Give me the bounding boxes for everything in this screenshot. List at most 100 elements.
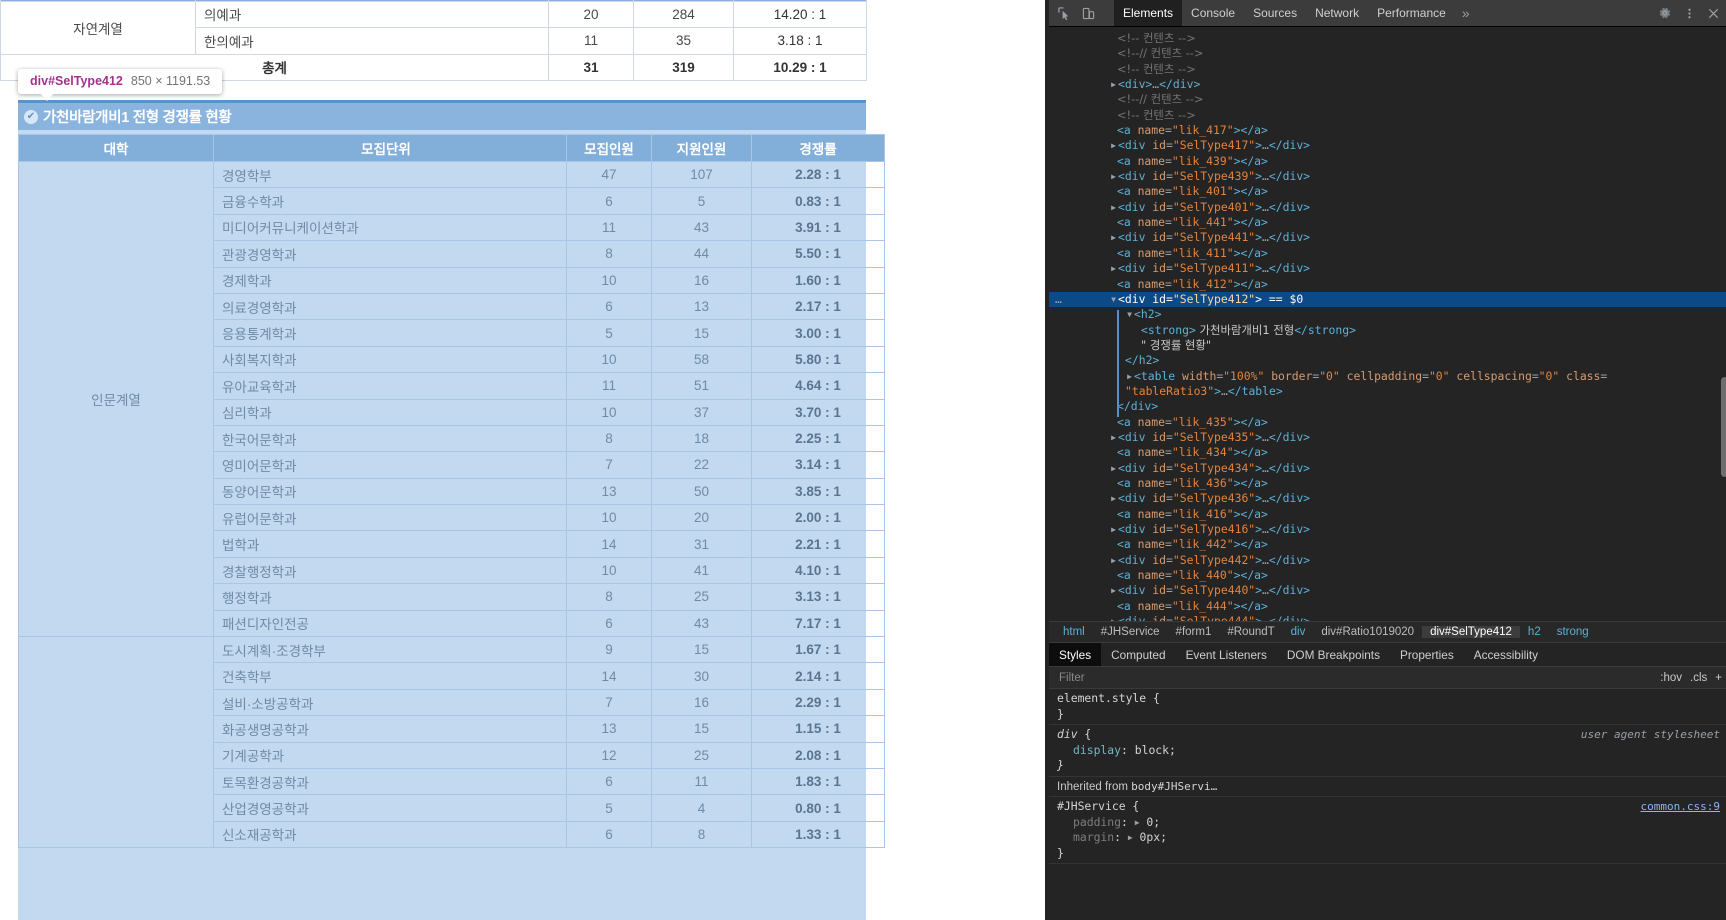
disclosure-triangle-icon[interactable]: ▼ xyxy=(1109,292,1118,307)
dom-node-anchor[interactable]: <a name="lik_412"></a> xyxy=(1049,277,1726,292)
dom-node-div-SelType436[interactable]: ▶ <div id="SelType436">…</div> xyxy=(1049,491,1726,506)
css-rule-index-0[interactable]: element.style {} xyxy=(1049,689,1726,726)
disclosure-triangle-icon[interactable]: ▶ xyxy=(1109,583,1118,598)
disclosure-triangle-icon[interactable]: ▶ xyxy=(1109,430,1118,445)
expand-triangle-icon[interactable]: ▶ xyxy=(1135,815,1140,831)
more-tabs-icon[interactable]: » xyxy=(1455,0,1477,26)
dom-node-selected[interactable]: … ▼ <div id="SelType412"> == $0 xyxy=(1049,291,1726,308)
devtools-tab-network[interactable]: Network xyxy=(1306,0,1368,26)
disclosure-triangle-icon[interactable]: ▶ xyxy=(1109,491,1118,506)
hov-toggle[interactable]: :hov xyxy=(1660,672,1682,684)
expand-triangle-icon[interactable]: ▶ xyxy=(1128,830,1133,846)
styles-tab-styles[interactable]: Styles xyxy=(1049,643,1102,666)
close-icon[interactable] xyxy=(1702,2,1724,24)
css-rule-index-1[interactable]: div {display: block;} user agent styleshe… xyxy=(1049,725,1726,777)
new-style-rule-button[interactable]: + xyxy=(1715,672,1722,684)
dom-node-anchor[interactable]: <a name="lik_416"></a> xyxy=(1049,507,1726,522)
more-vertical-icon[interactable] xyxy=(1678,2,1700,24)
dom-node-anchor[interactable]: <a name="lik_434"></a> xyxy=(1049,445,1726,460)
dom-node-anchor[interactable]: <a name="lik_441"></a> xyxy=(1049,215,1726,230)
dom-node-div-SelType439[interactable]: ▶ <div id="SelType439">…</div> xyxy=(1049,169,1726,184)
css-rule-inherited[interactable]: #JHService {padding: ▶ 0; margin: ▶ 0px;}… xyxy=(1049,797,1726,865)
devtools-tab-console[interactable]: Console xyxy=(1182,0,1244,26)
dom-node-div-SelType435[interactable]: ▶ <div id="SelType435">…</div> xyxy=(1049,430,1726,445)
dom-node-div-SelType401[interactable]: ▶ <div id="SelType401">…</div> xyxy=(1049,200,1726,215)
css-rule-origin[interactable]: common.css:9 xyxy=(1641,799,1720,815)
styles-tab-event-listeners[interactable]: Event Listeners xyxy=(1176,643,1277,666)
breadcrumb-item-div[interactable]: div xyxy=(1283,626,1314,638)
css-declaration[interactable]: display: block; xyxy=(1057,743,1726,759)
device-toolbar-icon[interactable] xyxy=(1077,2,1099,24)
dom-node-anchor[interactable]: <a name="lik_444"></a> xyxy=(1049,599,1726,614)
dom-node-table-cont[interactable]: "tableRatio3">…</table> xyxy=(1049,384,1726,399)
dom-node-table[interactable]: ▶ <table width="100%" border="0" cellpadd… xyxy=(1049,369,1726,384)
dom-close-div[interactable]: </div> xyxy=(1049,399,1726,414)
styles-tab-accessibility[interactable]: Accessibility xyxy=(1464,643,1548,666)
devtools-tab-elements[interactable]: Elements xyxy=(1114,0,1183,26)
dom-node-div-SelType416[interactable]: ▶ <div id="SelType416">…</div> xyxy=(1049,522,1726,537)
dom-node-anchor[interactable]: <a name="lik_442"></a> xyxy=(1049,537,1726,552)
cls-toggle[interactable]: .cls xyxy=(1690,672,1707,684)
dom-tree[interactable]: <!-- 컨텐츠 --> <!--// 컨텐츠 --> <!-- 컨텐츠 --> ▶ <… xyxy=(1049,27,1726,621)
dom-node-h2[interactable]: ▼ <h2> xyxy=(1049,307,1726,322)
dom-node-div-SelType411[interactable]: ▶ <div id="SelType411">…</div> xyxy=(1049,261,1726,276)
styles-tab-properties[interactable]: Properties xyxy=(1390,643,1464,666)
dom-node-div-SelType434[interactable]: ▶ <div id="SelType434">…</div> xyxy=(1049,461,1726,476)
cell-applicants: 43 xyxy=(651,213,752,242)
dom-node-anchor[interactable]: <a name="lik_417"></a> xyxy=(1049,123,1726,138)
disclosure-triangle-icon[interactable]: ▶ xyxy=(1109,461,1118,476)
dom-node-anchor[interactable]: <a name="lik_435"></a> xyxy=(1049,415,1726,430)
disclosure-triangle-icon[interactable]: ▶ xyxy=(1109,553,1118,568)
inherited-source[interactable]: body#JHServi… xyxy=(1131,780,1217,793)
dom-comment[interactable]: <!-- 컨텐츠 --> xyxy=(1049,31,1726,46)
disclosure-triangle-icon[interactable]: ▶ xyxy=(1109,138,1118,153)
dom-comment[interactable]: <!-- 컨텐츠 --> xyxy=(1049,62,1726,77)
gear-icon[interactable] xyxy=(1654,2,1676,24)
breadcrumb-item-strong[interactable]: strong xyxy=(1549,626,1597,638)
disclosure-triangle-icon[interactable]: ▶ xyxy=(1109,522,1118,537)
cell-quota: 8 xyxy=(566,240,652,268)
dom-node-div-SelType440[interactable]: ▶ <div id="SelType440">…</div> xyxy=(1049,583,1726,598)
dom-node-anchor[interactable]: <a name="lik_436"></a> xyxy=(1049,476,1726,491)
devtools-tab-sources[interactable]: Sources xyxy=(1244,0,1306,26)
styles-tab-computed[interactable]: Computed xyxy=(1101,643,1175,666)
disclosure-triangle-icon[interactable]: ▶ xyxy=(1109,230,1118,245)
dom-node-div-SelType417[interactable]: ▶ <div id="SelType417">…</div> xyxy=(1049,138,1726,153)
dom-node-div-SelType444[interactable]: ▶<div id="SelType444">…</div> xyxy=(1049,614,1726,621)
breadcrumb-item-h2[interactable]: h2 xyxy=(1520,626,1549,638)
breadcrumb-item-roundt[interactable]: #RoundT xyxy=(1219,626,1282,638)
breadcrumb-item-html[interactable]: html xyxy=(1055,626,1093,638)
dom-text-node[interactable]: " 경쟁률 현황" xyxy=(1049,338,1726,353)
breadcrumb-item-divratio1019020[interactable]: div#Ratio1019020 xyxy=(1313,626,1422,638)
css-selector[interactable]: #JHService { xyxy=(1057,799,1726,815)
dom-node-div[interactable]: ▶ <div>…</div> xyxy=(1049,77,1726,92)
disclosure-triangle-icon[interactable]: ▶ xyxy=(1109,77,1118,92)
dom-node-div-SelType442[interactable]: ▶ <div id="SelType442">…</div> xyxy=(1049,553,1726,568)
css-declaration[interactable]: padding: ▶ 0; xyxy=(1057,815,1726,831)
devtools-tab-performance[interactable]: Performance xyxy=(1368,0,1455,26)
dom-node-anchor[interactable]: <a name="lik_411"></a> xyxy=(1049,246,1726,261)
css-selector[interactable]: element.style { xyxy=(1057,691,1726,707)
disclosure-triangle-icon[interactable]: ▼ xyxy=(1125,307,1134,322)
styles-tab-dom-breakpoints[interactable]: DOM Breakpoints xyxy=(1277,643,1390,666)
disclosure-triangle-icon[interactable]: ▶ xyxy=(1109,261,1118,276)
styles-filter-bar[interactable]: Filter :hov .cls + xyxy=(1049,667,1726,689)
dom-node-anchor[interactable]: <a name="lik_439"></a> xyxy=(1049,154,1726,169)
disclosure-triangle-icon[interactable]: ▶ xyxy=(1125,369,1134,384)
dom-node-strong[interactable]: <strong> 가천바람개비1 전형</strong> xyxy=(1049,323,1726,338)
breadcrumb-item-divseltype412[interactable]: div#SelType412 xyxy=(1422,626,1520,638)
disclosure-triangle-icon[interactable]: ▶ xyxy=(1109,169,1118,184)
inspect-element-icon[interactable] xyxy=(1053,2,1075,24)
dom-comment[interactable]: <!--// 컨텐츠 --> xyxy=(1049,46,1726,61)
disclosure-triangle-icon[interactable]: ▶ xyxy=(1109,200,1118,215)
dom-comment[interactable]: <!--// 컨텐츠 --> xyxy=(1049,92,1726,107)
dom-node-anchor[interactable]: <a name="lik_440"></a> xyxy=(1049,568,1726,583)
dom-comment[interactable]: <!-- 컨텐츠 --> xyxy=(1049,108,1726,123)
css-declaration[interactable]: margin: ▶ 0px; xyxy=(1057,830,1726,846)
breadcrumb-item-form1[interactable]: #form1 xyxy=(1168,626,1220,638)
dom-node-div-SelType441[interactable]: ▶ <div id="SelType441">…</div> xyxy=(1049,230,1726,245)
dom-node-anchor[interactable]: <a name="lik_401"></a> xyxy=(1049,184,1726,199)
dom-close-h2[interactable]: </h2> xyxy=(1049,353,1726,368)
disclosure-triangle-icon[interactable]: ▶ xyxy=(1109,614,1118,621)
breadcrumb-item-jhservice[interactable]: #JHService xyxy=(1093,626,1168,638)
